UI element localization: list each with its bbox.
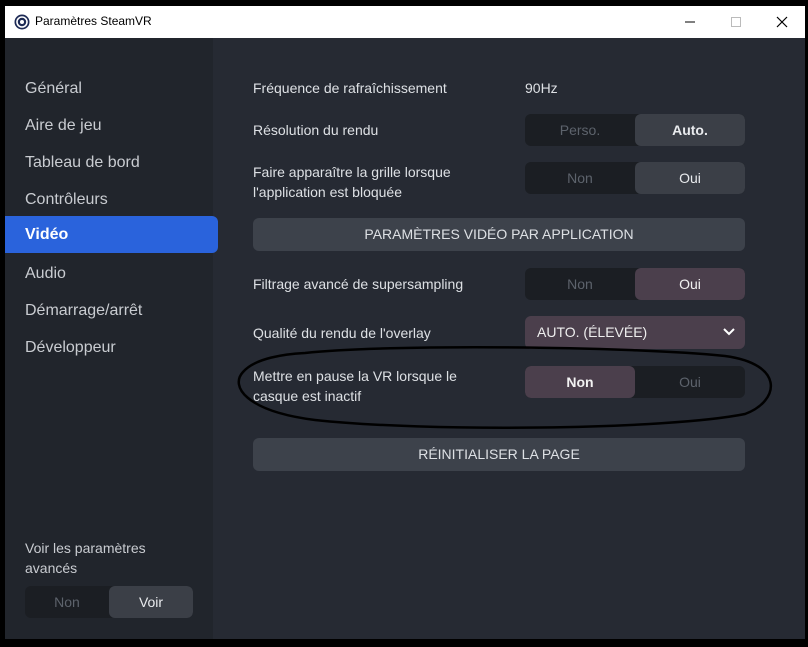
per-app-video-settings-button[interactable]: PARAMÈTRES VIDÉO PAR APPLICATION bbox=[253, 218, 745, 251]
advanced-on-option[interactable]: Voir bbox=[109, 586, 193, 618]
render-resolution-custom-option[interactable]: Perso. bbox=[525, 114, 635, 146]
show-grid-toggle: Non Oui bbox=[525, 162, 745, 194]
sidebar-item-play-area[interactable]: Aire de jeu bbox=[5, 107, 218, 144]
overlay-quality-label: Qualité du rendu de l'overlay bbox=[253, 325, 431, 341]
maximize-button[interactable] bbox=[713, 6, 759, 38]
show-grid-yes-option[interactable]: Oui bbox=[635, 162, 745, 194]
steamvr-settings-window: Paramètres SteamVR Général Aire de jeu T… bbox=[5, 6, 805, 639]
show-grid-label: Faire apparaître la grille lorsque l'app… bbox=[253, 164, 451, 200]
pause-vr-no-option[interactable]: Non bbox=[525, 366, 635, 398]
supersampling-yes-option[interactable]: Oui bbox=[635, 268, 745, 300]
render-resolution-auto-option[interactable]: Auto. bbox=[635, 114, 745, 146]
show-grid-no-option[interactable]: Non bbox=[525, 162, 635, 194]
close-button[interactable] bbox=[759, 6, 805, 38]
sidebar-item-audio[interactable]: Audio bbox=[5, 255, 218, 292]
supersampling-no-option[interactable]: Non bbox=[525, 268, 635, 300]
advanced-settings-label: Voir les paramètres avancés bbox=[25, 540, 146, 576]
minimize-icon bbox=[685, 21, 695, 23]
title-bar: Paramètres SteamVR bbox=[5, 6, 805, 38]
advanced-off-option[interactable]: Non bbox=[25, 586, 109, 618]
sidebar-item-controllers[interactable]: Contrôleurs bbox=[5, 181, 218, 218]
pause-vr-yes-option[interactable]: Oui bbox=[635, 366, 745, 398]
advanced-settings-toggle: Non Voir bbox=[25, 586, 193, 618]
pause-vr-toggle: Non Oui bbox=[525, 366, 745, 398]
overlay-quality-value: AUTO. (ÉLEVÉE) bbox=[537, 324, 648, 340]
steamvr-logo-icon bbox=[14, 14, 30, 30]
render-resolution-label: Résolution du rendu bbox=[253, 122, 379, 138]
supersampling-toggle: Non Oui bbox=[525, 268, 745, 300]
refresh-rate-label: Fréquence de rafraîchissement bbox=[253, 80, 447, 96]
minimize-button[interactable] bbox=[667, 6, 713, 38]
sidebar-item-dashboard[interactable]: Tableau de bord bbox=[5, 144, 218, 181]
sidebar-item-developer[interactable]: Développeur bbox=[5, 329, 218, 366]
supersampling-label: Filtrage avancé de supersampling bbox=[253, 276, 464, 292]
sidebar-item-video[interactable]: Vidéo bbox=[5, 216, 218, 253]
refresh-rate-value: 90Hz bbox=[525, 80, 558, 96]
sidebar-item-general[interactable]: Général bbox=[5, 70, 218, 107]
maximize-icon bbox=[731, 17, 741, 27]
sidebar: Général Aire de jeu Tableau de bord Cont… bbox=[5, 38, 218, 639]
sidebar-item-startup-shutdown[interactable]: Démarrage/arrêt bbox=[5, 292, 218, 329]
chevron-down-icon bbox=[723, 328, 735, 336]
window-title: Paramètres SteamVR bbox=[35, 14, 152, 28]
close-icon bbox=[776, 16, 788, 28]
render-resolution-toggle: Perso. Auto. bbox=[525, 114, 745, 146]
overlay-quality-dropdown[interactable]: AUTO. (ÉLEVÉE) bbox=[525, 316, 745, 349]
pause-vr-label: Mettre en pause la VR lorsque le casque … bbox=[253, 368, 457, 404]
reset-page-button[interactable]: RÉINITIALISER LA PAGE bbox=[253, 438, 745, 471]
